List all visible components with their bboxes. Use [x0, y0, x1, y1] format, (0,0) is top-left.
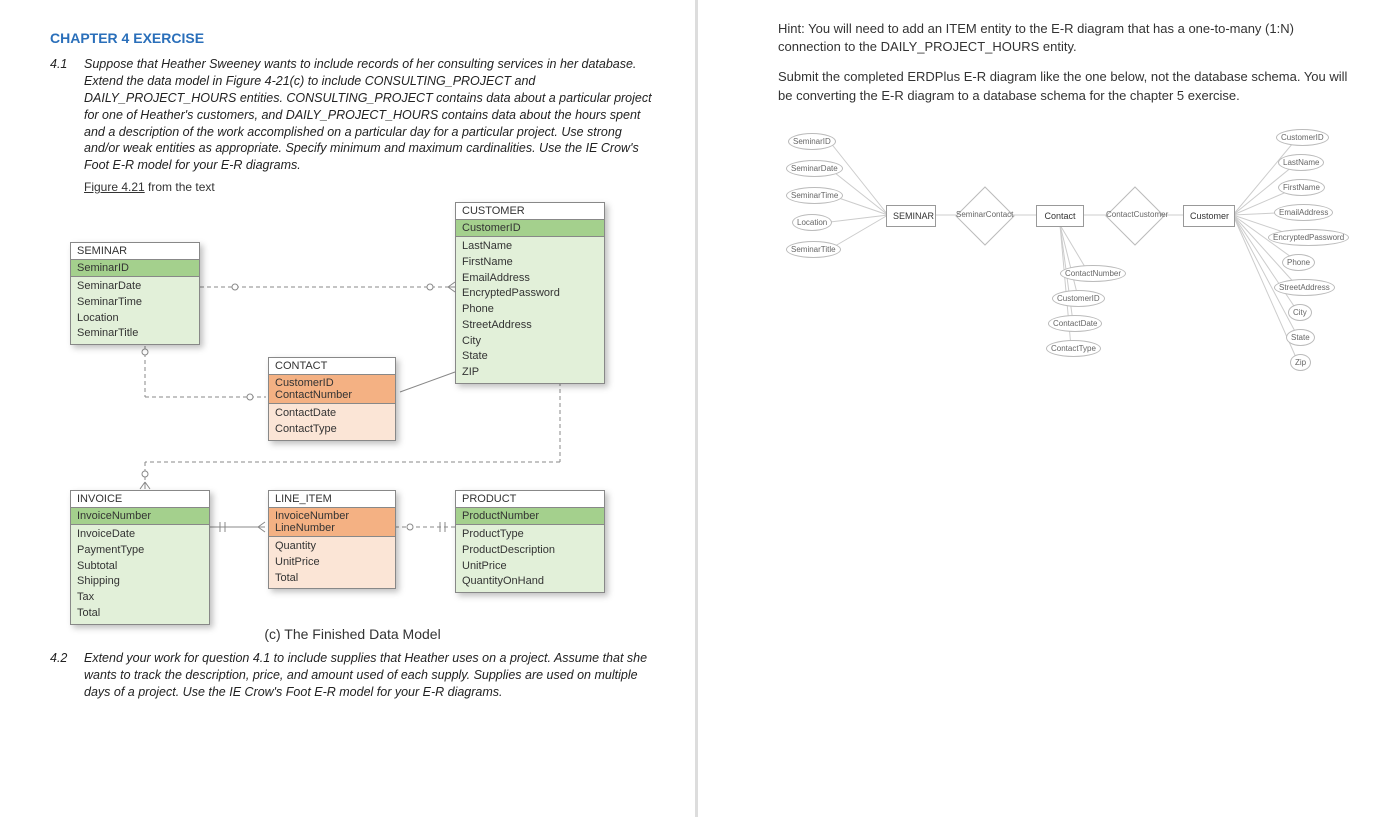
data-model-diagram: SEMINAR SeminarID SeminarDate SeminarTim…: [60, 202, 660, 622]
entity-seminar: SEMINAR SeminarID SeminarDate SeminarTim…: [70, 242, 200, 345]
er-lines: [778, 117, 1338, 457]
entity-name: INVOICE: [71, 491, 209, 508]
entity-name: LINE_ITEM: [269, 491, 395, 508]
er-attr-customerid: CustomerID: [1052, 290, 1105, 307]
er-entity-seminar: SEMINAR: [886, 205, 936, 227]
er-attr-phone: Phone: [1282, 254, 1315, 271]
entity-contact: CONTACT CustomerID ContactNumber Contact…: [268, 357, 396, 441]
hint-text: Hint: You will need to add an ITEM entit…: [778, 20, 1351, 56]
entity-key: InvoiceNumber LineNumber: [269, 508, 395, 537]
er-attr-city: City: [1288, 304, 1312, 321]
model-caption: (c) The Finished Data Model: [50, 626, 655, 642]
er-attr-state: State: [1286, 329, 1315, 346]
er-attr-lastname: LastName: [1278, 154, 1324, 171]
entity-name: CUSTOMER: [456, 203, 604, 220]
entity-name: PRODUCT: [456, 491, 604, 508]
er-attr-seminarid: SeminarID: [788, 133, 836, 150]
exercise-body: Extend your work for question 4.1 to inc…: [84, 650, 655, 701]
entity-attrs: SeminarDate SeminarTime Location Seminar…: [71, 277, 199, 344]
er-entity-customer: Customer: [1183, 205, 1235, 227]
er-rel-contactcustomer: ContactCustomer: [1106, 203, 1162, 227]
entity-attrs: ContactDate ContactType: [269, 404, 395, 440]
entity-key: ProductNumber: [456, 508, 604, 525]
er-attr-contacttype: ContactType: [1046, 340, 1101, 357]
er-attr-customerid2: CustomerID: [1276, 129, 1329, 146]
entity-key: InvoiceNumber: [71, 508, 209, 525]
er-attr-location: Location: [792, 214, 832, 231]
left-page: CHAPTER 4 EXERCISE 4.1 Suppose that Heat…: [0, 0, 695, 817]
er-diagram: SeminarID SeminarDate SeminarTime Locati…: [778, 117, 1338, 457]
entity-name: SEMINAR: [71, 243, 199, 260]
entity-name: CONTACT: [269, 358, 395, 375]
er-attr-zip: Zip: [1290, 354, 1311, 371]
entity-key: SeminarID: [71, 260, 199, 277]
figure-caption: Figure 4.21 from the text: [84, 180, 655, 194]
er-attr-emailaddress: EmailAddress: [1274, 204, 1333, 221]
er-attr-contactdate: ContactDate: [1048, 315, 1102, 332]
entity-attrs: ProductType ProductDescription UnitPrice…: [456, 525, 604, 592]
entity-attrs: InvoiceDate PaymentType Subtotal Shippin…: [71, 525, 209, 624]
figure-link[interactable]: Figure 4.21: [84, 180, 145, 194]
exercise-4-1: 4.1 Suppose that Heather Sweeney wants t…: [50, 56, 655, 174]
er-attr-streetaddress: StreetAddress: [1274, 279, 1335, 296]
entity-invoice: INVOICE InvoiceNumber InvoiceDate Paymen…: [70, 490, 210, 625]
exercise-number: 4.2: [50, 650, 84, 701]
er-attr-encryptedpassword: EncryptedPassword: [1268, 229, 1349, 246]
figure-caption-suffix: from the text: [145, 180, 215, 194]
er-entity-contact: Contact: [1036, 205, 1084, 227]
chapter-title: CHAPTER 4 EXERCISE: [50, 30, 655, 46]
entity-line-item: LINE_ITEM InvoiceNumber LineNumber Quant…: [268, 490, 396, 589]
entity-customer: CUSTOMER CustomerID LastName FirstName E…: [455, 202, 605, 384]
exercise-body: Suppose that Heather Sweeney wants to in…: [84, 56, 655, 174]
entity-attrs: LastName FirstName EmailAddress Encrypte…: [456, 237, 604, 383]
exercise-4-2: 4.2 Extend your work for question 4.1 to…: [50, 650, 655, 701]
exercise-number: 4.1: [50, 56, 84, 174]
submit-text: Submit the completed ERDPlus E-R diagram…: [778, 68, 1351, 104]
entity-key: CustomerID: [456, 220, 604, 237]
er-attr-seminardate: SeminarDate: [786, 160, 843, 177]
entity-key: CustomerID ContactNumber: [269, 375, 395, 404]
entity-product: PRODUCT ProductNumber ProductType Produc…: [455, 490, 605, 593]
right-page: Hint: You will need to add an ITEM entit…: [695, 0, 1391, 817]
entity-attrs: Quantity UnitPrice Total: [269, 537, 395, 588]
er-rel-seminarcontact: SeminarContact: [956, 203, 1012, 227]
er-attr-seminartitle: SeminarTitle: [786, 241, 841, 258]
er-attr-firstname: FirstName: [1278, 179, 1325, 196]
er-attr-contactnumber: ContactNumber: [1060, 265, 1126, 282]
er-attr-seminartime: SeminarTime: [786, 187, 843, 204]
